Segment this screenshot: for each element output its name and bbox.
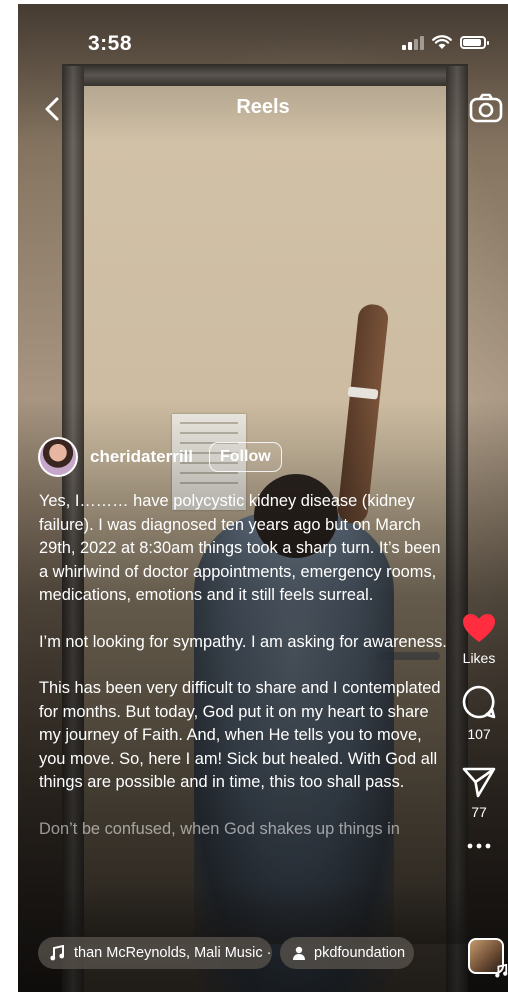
shares-count: 77 <box>471 804 487 820</box>
tagged-user-chip[interactable]: pkdfoundation <box>280 937 414 969</box>
action-rail: Likes 107 77 <box>450 612 508 850</box>
status-icons <box>402 35 489 50</box>
tagged-username: pkdfoundation <box>314 945 406 961</box>
page-title: Reels <box>236 96 290 118</box>
share-button[interactable]: 77 <box>462 766 496 820</box>
more-button[interactable] <box>465 842 493 850</box>
battery-icon <box>460 36 489 49</box>
comment-icon <box>462 685 496 719</box>
caption-paragraph-4: Don’t be confused, when God shakes up th… <box>39 819 400 838</box>
comment-button[interactable]: 107 <box>461 684 497 742</box>
music-note-icon <box>50 945 64 961</box>
person-icon <box>293 946 305 960</box>
heart-icon <box>463 614 495 642</box>
likes-label: Likes <box>462 650 496 666</box>
reel-screen[interactable]: 3:58 Reels cheridaterrill Follow Yes, I…… <box>18 4 508 992</box>
caption-paragraph-3: This has been very difficult to share an… <box>39 679 441 791</box>
username[interactable]: cheridaterrill <box>90 447 193 467</box>
post-author: cheridaterrill Follow <box>38 437 282 477</box>
bottom-chips: than McReynolds, Mali Music · pkdfoundat… <box>38 937 414 969</box>
audio-label: than McReynolds, Mali Music · <box>74 945 272 961</box>
more-icon <box>467 843 491 849</box>
caption-fade <box>18 884 508 944</box>
camera-icon[interactable] <box>468 90 504 126</box>
wifi-icon <box>432 35 452 49</box>
caption[interactable]: Yes, I……… have polycystic kidney disease… <box>39 490 449 864</box>
caption-paragraph-1: Yes, I……… have polycystic kidney disease… <box>39 492 441 604</box>
send-icon <box>462 767 496 798</box>
signal-icon <box>402 35 424 50</box>
audio-thumbnail[interactable] <box>468 938 508 978</box>
like-button[interactable]: Likes <box>461 612 497 666</box>
comments-count: 107 <box>467 726 491 742</box>
audio-chip[interactable]: than McReynolds, Mali Music · <box>38 937 272 969</box>
follow-button[interactable]: Follow <box>209 442 282 472</box>
avatar[interactable] <box>38 437 78 477</box>
music-note-icon <box>495 964 508 978</box>
status-time: 3:58 <box>88 32 133 55</box>
caption-paragraph-2: I’m not looking for sympathy. I am askin… <box>39 632 447 651</box>
